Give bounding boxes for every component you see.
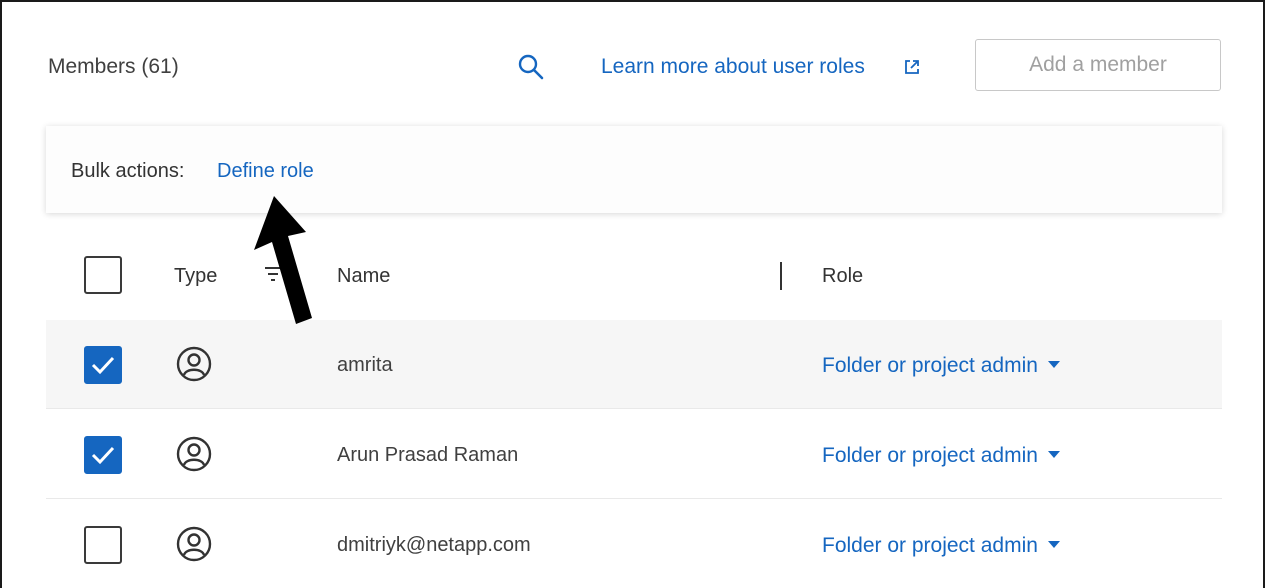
member-name: amrita <box>337 354 393 376</box>
user-circle-icon <box>176 526 212 562</box>
table-header: Type Name Role <box>46 232 1222 318</box>
caret-down-icon <box>1047 360 1060 368</box>
role-dropdown[interactable]: Folder or project admin <box>822 444 1060 468</box>
user-circle-icon <box>176 346 212 382</box>
caret-down-icon <box>1047 450 1060 458</box>
members-title: Members (61) <box>48 55 179 78</box>
filter-icon[interactable] <box>262 264 284 284</box>
column-header-type[interactable]: Type <box>174 265 217 288</box>
learn-more-user-roles-link[interactable]: Learn more about user roles <box>601 55 865 79</box>
select-all-checkbox[interactable] <box>84 256 122 294</box>
table-row: dmitriyk@netapp.com Folder or project ad… <box>46 500 1222 588</box>
role-dropdown[interactable]: Folder or project admin <box>822 534 1060 558</box>
members-header: Members (61) Learn more about user roles… <box>2 2 1263 127</box>
role-value: Folder or project admin <box>822 444 1038 467</box>
role-dropdown[interactable]: Folder or project admin <box>822 354 1060 378</box>
define-role-link[interactable]: Define role <box>217 160 314 183</box>
row-checkbox[interactable] <box>84 526 122 564</box>
column-header-role[interactable]: Role <box>822 265 863 288</box>
role-value: Folder or project admin <box>822 534 1038 557</box>
table-row: amrita Folder or project admin <box>46 320 1222 409</box>
caret-down-icon <box>1047 540 1060 548</box>
row-checkbox[interactable] <box>84 436 122 474</box>
members-panel: Members (61) Learn more about user roles… <box>0 0 1265 588</box>
bulk-actions-label: Bulk actions: <box>71 160 185 182</box>
row-checkbox[interactable] <box>84 346 122 384</box>
member-name: Arun Prasad Raman <box>337 444 519 466</box>
role-value: Folder or project admin <box>822 354 1038 377</box>
column-resize-handle[interactable] <box>780 262 782 290</box>
member-name: dmitriyk@netapp.com <box>337 534 531 556</box>
column-header-name[interactable]: Name <box>337 265 390 288</box>
add-member-button[interactable]: Add a member <box>975 39 1221 91</box>
search-icon[interactable] <box>517 53 545 81</box>
bulk-actions-bar: Bulk actions: Define role <box>46 126 1222 213</box>
external-link-icon[interactable] <box>903 58 921 76</box>
user-circle-icon <box>176 436 212 472</box>
table-row: Arun Prasad Raman Folder or project admi… <box>46 410 1222 499</box>
